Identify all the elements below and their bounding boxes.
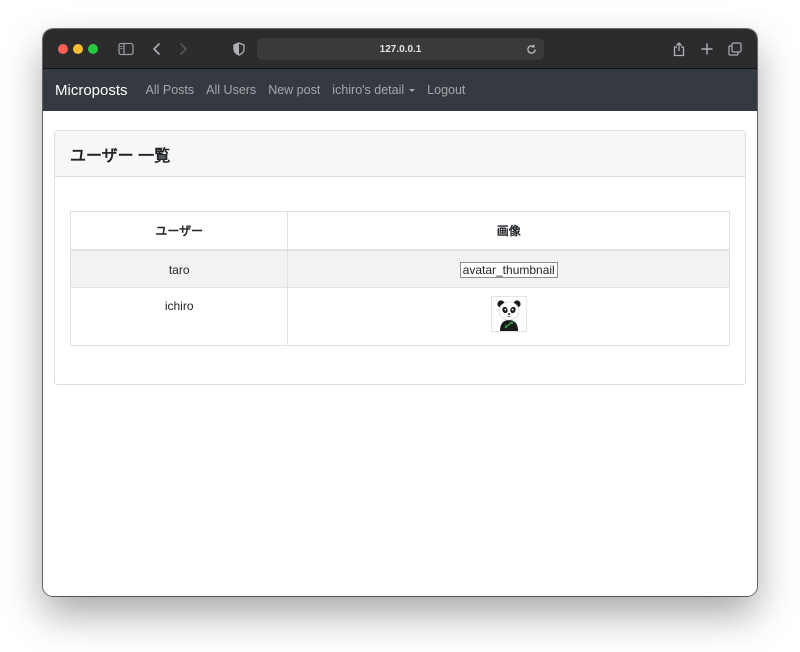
column-header-user: ユーザー <box>69 211 289 251</box>
new-tab-icon[interactable] <box>697 39 717 59</box>
users-card: ユーザー 一覧 ユーザー 画像 taro avatar_thumbnail ic… <box>54 130 746 385</box>
card-header: ユーザー 一覧 <box>55 131 745 177</box>
sidebar-icon[interactable] <box>116 39 136 59</box>
page-content: ユーザー 一覧 ユーザー 画像 taro avatar_thumbnail ic… <box>43 111 757 596</box>
close-window-button[interactable] <box>58 44 68 54</box>
user-name-cell: taro <box>69 249 289 288</box>
table-row: ichiro <box>69 287 730 346</box>
panda-avatar-icon <box>490 296 527 332</box>
table-header-row: ユーザー 画像 <box>69 211 730 251</box>
minimize-window-button[interactable] <box>73 44 83 54</box>
page-title: ユーザー 一覧 <box>70 147 171 165</box>
top-navbar: Microposts All Posts All Users New post … <box>43 69 757 111</box>
reload-icon[interactable] <box>524 42 538 56</box>
tabs-overview-icon[interactable] <box>725 39 745 59</box>
forward-icon[interactable] <box>173 39 193 59</box>
address-bar[interactable]: 127.0.0.1 <box>257 38 544 60</box>
broken-image-alt: avatar_thumbnail <box>459 261 558 278</box>
caret-down-icon <box>409 89 416 92</box>
user-name-cell: ichiro <box>69 287 289 346</box>
nav-link-all-posts[interactable]: All Posts <box>146 83 195 97</box>
title-bar: 127.0.0.1 <box>43 29 757 69</box>
user-image-cell: avatar_thumbnail <box>287 249 730 288</box>
user-image-cell <box>287 287 730 346</box>
back-icon[interactable] <box>147 39 167 59</box>
column-header-image: 画像 <box>287 211 730 251</box>
url-text: 127.0.0.1 <box>379 43 422 55</box>
zoom-window-button[interactable] <box>88 44 98 54</box>
nav-link-logout[interactable]: Logout <box>427 83 465 97</box>
share-icon[interactable] <box>669 39 689 59</box>
shield-icon[interactable] <box>229 39 249 59</box>
brand-link[interactable]: Microposts <box>55 82 128 99</box>
nav-dropdown-user-detail[interactable]: ichiro's detail <box>332 83 416 97</box>
nav-link-all-users[interactable]: All Users <box>206 83 256 97</box>
users-table: ユーザー 画像 taro avatar_thumbnail ichiro <box>69 211 730 346</box>
nav-dropdown-label: ichiro's detail <box>332 83 405 97</box>
browser-window: 127.0.0.1 Microposts All Posts All Users… <box>43 29 757 596</box>
table-row: taro avatar_thumbnail <box>69 249 730 288</box>
nav-link-new-post[interactable]: New post <box>268 83 320 97</box>
